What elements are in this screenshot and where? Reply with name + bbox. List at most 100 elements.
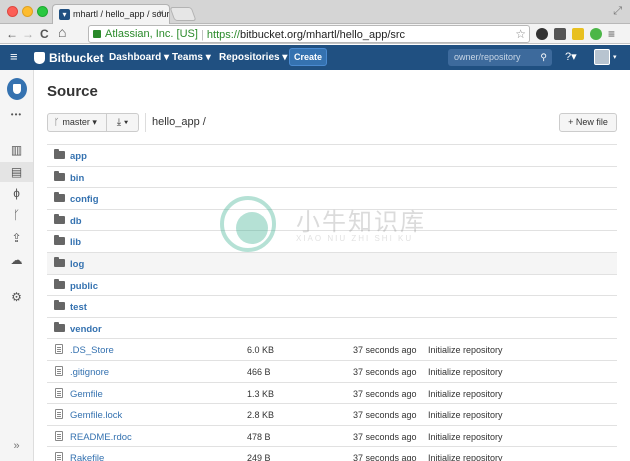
file-size: 478 B [247, 431, 271, 442]
overview-stats-icon[interactable]: ▥ [0, 143, 33, 157]
address-bar[interactable]: Atlassian, Inc. [US] | https://bitbucket… [88, 25, 530, 43]
file-row[interactable]: .DS_Store 6.0 KB 37 seconds ago Initialize … [47, 338, 617, 360]
folder-row[interactable]: log [47, 251, 617, 274]
file-age: 37 seconds ago [353, 453, 417, 461]
branch-label: master ▾ [62, 117, 97, 127]
zoom-window-button[interactable] [37, 6, 48, 17]
folder-row[interactable]: vendor [47, 316, 617, 339]
bitbucket-logo[interactable]: Bitbucket [34, 51, 104, 65]
new-tab-button[interactable] [169, 7, 197, 21]
folder-name-link[interactable]: public [70, 281, 98, 292]
file-row[interactable]: Gemfile 1.3 KB 37 seconds ago Initialize re… [47, 381, 617, 404]
reload-icon[interactable]: C [40, 26, 49, 42]
file-icon [55, 365, 63, 376]
file-table: app bin config db lib log public test vendor .DS_… [47, 144, 617, 461]
file-name-link[interactable]: .gitignore [70, 367, 109, 378]
commit-message[interactable]: Initialize repository [428, 453, 503, 461]
more-icon[interactable]: ••• [0, 110, 33, 119]
folder-name-link[interactable]: vendor [70, 324, 102, 335]
file-row[interactable]: Gemfile.lock 2.8 KB 37 seconds ago Initiali… [47, 403, 617, 425]
folder-name-link[interactable]: log [70, 259, 84, 270]
browser-menu-icon[interactable]: ≡ [608, 28, 615, 40]
close-window-button[interactable] [7, 6, 18, 17]
commit-message[interactable]: Initialize repository [428, 410, 503, 420]
file-size: 2.8 KB [247, 410, 275, 421]
nav-repositories[interactable]: Repositories ▾ [219, 52, 287, 63]
home-icon[interactable]: ⌂ [58, 24, 66, 40]
evernote-extension-icon[interactable] [572, 28, 584, 40]
avatar[interactable] [594, 49, 610, 65]
file-name-link[interactable]: Rakefile [70, 453, 104, 461]
chevron-down-icon[interactable]: ▾ [613, 53, 617, 61]
green-extension-icon[interactable] [590, 28, 602, 40]
bitbucket-header: ≡ Bitbucket Dashboard ▾ Teams ▾ Reposito… [0, 45, 630, 70]
folder-row[interactable]: app [47, 144, 617, 166]
branch-selector-button[interactable]: ᚴ master ▾ [47, 113, 107, 132]
bookmark-star-icon[interactable]: ☆ [515, 26, 526, 42]
folder-row[interactable]: bin [47, 165, 617, 188]
commit-message[interactable]: Initialize repository [428, 389, 503, 399]
folder-name-link[interactable]: config [70, 194, 99, 205]
file-row[interactable]: .gitignore 466 B 37 seconds ago Initialize … [47, 359, 617, 382]
browser-tab[interactable]: ▾ mhartl / hello_app / sourc × [52, 4, 170, 24]
divider [145, 113, 146, 132]
forward-arrow-icon[interactable]: → [22, 26, 34, 42]
commits-icon[interactable]: ɸ [0, 186, 33, 200]
download-button[interactable]: ⤓ ▾ [107, 113, 139, 132]
folder-row[interactable]: lib [47, 230, 617, 252]
file-name-link[interactable]: Gemfile [70, 389, 103, 400]
folder-icon [54, 321, 65, 332]
file-size: 1.3 KB [247, 388, 275, 399]
ev-certificate-badge[interactable]: Atlassian, Inc. [US] [93, 26, 198, 42]
folder-row[interactable]: public [47, 273, 617, 296]
page-title: Source [47, 83, 98, 100]
folder-name-link[interactable]: test [70, 302, 87, 313]
hamburger-menu-icon[interactable]: ≡ [10, 50, 18, 63]
settings-gear-icon[interactable]: ⚙ [0, 290, 33, 304]
downloads-cloud-icon[interactable]: ☁ [0, 253, 33, 267]
new-file-button[interactable]: + New file [559, 113, 617, 132]
folder-name-link[interactable]: app [70, 151, 87, 162]
folder-row[interactable]: test [47, 295, 617, 317]
repository-avatar-icon[interactable] [7, 78, 27, 100]
folder-name-link[interactable]: bin [70, 173, 84, 184]
breadcrumb[interactable]: hello_app / [152, 116, 206, 128]
minimize-window-button[interactable] [22, 6, 33, 17]
file-size: 466 B [247, 366, 271, 377]
lock-icon [93, 30, 101, 38]
file-icon [55, 452, 63, 461]
ev-label: Atlassian, Inc. [US] [105, 28, 198, 40]
extension-icon[interactable] [554, 28, 566, 40]
nav-teams[interactable]: Teams ▾ [172, 52, 211, 63]
folder-row[interactable]: db [47, 208, 617, 231]
file-row[interactable]: README.rdoc 478 B 37 seconds ago Initialize… [47, 424, 617, 447]
source-icon[interactable]: ▤ [0, 162, 33, 182]
browser-toolbar: ← → C ⌂ Atlassian, Inc. [US] | https://b… [0, 24, 630, 44]
pull-requests-icon[interactable]: ⇪ [0, 231, 33, 245]
bitbucket-favicon-icon: ▾ [59, 9, 70, 20]
folder-icon [54, 192, 65, 203]
repository-search-input[interactable]: owner/repository ⚲ [448, 49, 552, 66]
gear-extension-icon[interactable] [536, 28, 548, 40]
commit-message[interactable]: Initialize repository [428, 367, 503, 377]
commit-message[interactable]: Initialize repository [428, 432, 503, 442]
folder-name-link[interactable]: lib [70, 237, 81, 248]
file-row[interactable]: Rakefile 249 B 37 seconds ago Initialize re… [47, 446, 617, 461]
create-button[interactable]: Create [289, 48, 327, 66]
file-name-link[interactable]: .DS_Store [70, 345, 114, 356]
folder-name-link[interactable]: db [70, 216, 82, 227]
folder-row[interactable]: config [47, 187, 617, 209]
nav-dashboard[interactable]: Dashboard ▾ [109, 52, 169, 63]
file-age: 37 seconds ago [353, 388, 417, 399]
file-name-link[interactable]: Gemfile.lock [70, 410, 122, 421]
fullscreen-icon[interactable]: ⤢ [613, 5, 622, 18]
branches-icon[interactable]: ᚴ [0, 208, 33, 222]
folder-icon [54, 235, 65, 246]
back-arrow-icon[interactable]: ← [6, 26, 18, 42]
file-name-link[interactable]: README.rdoc [70, 432, 132, 443]
collapse-sidebar-icon[interactable]: » [0, 440, 33, 452]
tab-close-icon[interactable]: × [158, 8, 164, 19]
commit-message[interactable]: Initialize repository [428, 345, 503, 355]
help-menu-icon[interactable]: ?▾ [565, 50, 577, 63]
extension-icons: ≡ [536, 26, 615, 42]
